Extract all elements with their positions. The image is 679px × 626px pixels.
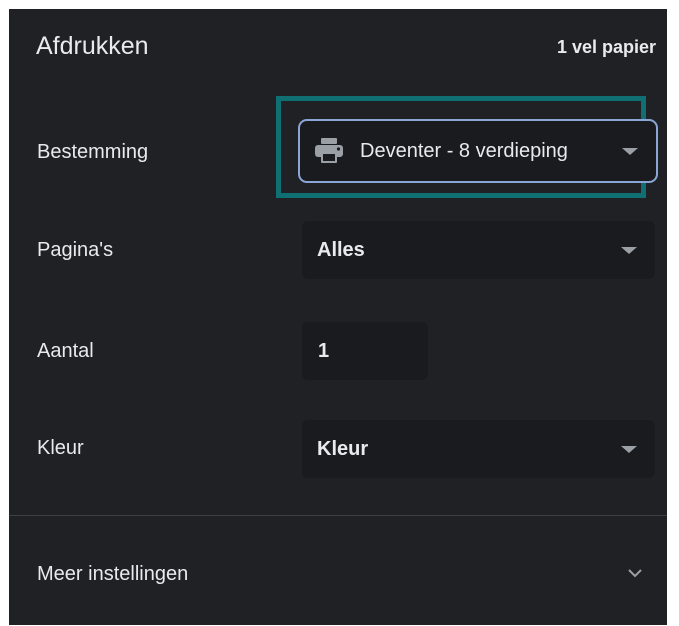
page-title: Afdrukken xyxy=(36,32,149,60)
pages-label: Pagina's xyxy=(37,239,114,261)
chevron-down-icon xyxy=(622,148,638,155)
chevron-down-icon xyxy=(621,446,637,453)
more-settings-toggle[interactable]: Meer instellingen xyxy=(9,549,667,599)
print-panel: Afdrukken 1 vel papier Bestemming Devent… xyxy=(9,9,667,625)
destination-value: Deventer - 8 verdieping xyxy=(360,140,568,162)
chevron-down-icon xyxy=(621,247,637,254)
destination-select[interactable]: Deventer - 8 verdieping xyxy=(298,119,658,183)
sheet-count: 1 vel papier xyxy=(556,37,656,57)
section-divider xyxy=(9,515,667,516)
copies-input[interactable]: 1 xyxy=(302,322,428,380)
more-settings-label: Meer instellingen xyxy=(37,563,189,585)
color-select[interactable]: Kleur xyxy=(302,420,655,478)
chevron-down-icon xyxy=(627,566,643,578)
color-label: Kleur xyxy=(37,437,84,459)
print-header: Afdrukken 1 vel papier xyxy=(9,9,667,87)
printer-icon xyxy=(312,137,346,165)
destination-label: Bestemming xyxy=(37,141,149,163)
copies-label: Aantal xyxy=(37,340,94,362)
color-value: Kleur xyxy=(317,438,369,460)
pages-value: Alles xyxy=(317,239,365,261)
pages-select[interactable]: Alles xyxy=(302,221,655,279)
